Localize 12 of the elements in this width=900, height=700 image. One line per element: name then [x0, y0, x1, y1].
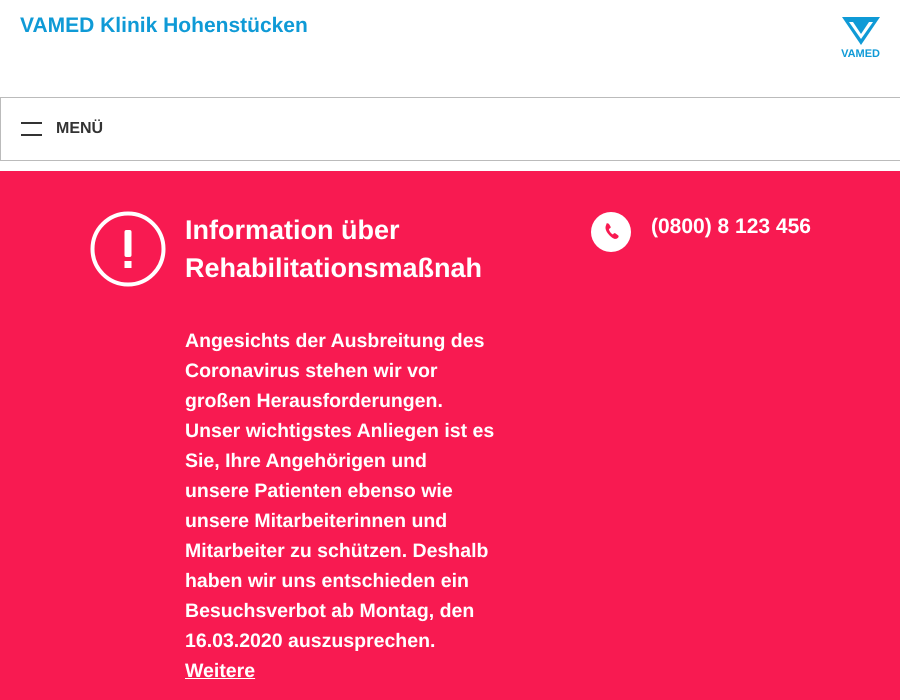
more-info-link[interactable]: Weitere [185, 660, 256, 682]
phone-icon [591, 212, 631, 252]
logo[interactable]: VAMED [841, 12, 880, 61]
site-title[interactable]: VAMED Klinik Hohenstücken [20, 12, 308, 40]
warning-icon [90, 211, 166, 287]
notice-text: Angesichts der Ausbreitung des Coronavirus stehen wir vor großen Herausforderungen. Unser wichtigstes Anliegen ist es Sie, Ihre Angehörigen und unsere Patienten ebenso wie unsere Mitarbeiterinnen und Mitarbeiter zu schützen. Deshalb haben wir uns entschieden ein Besuchsverbot ab Montag, den 16.03.2020 auszusprechen. Weitere [185, 329, 495, 684]
logo-icon [842, 17, 880, 45]
notice-title: Information über Rehabilitationsmaßnah [185, 214, 484, 285]
phone-number[interactable]: (0800) 8 123 456 [651, 212, 811, 242]
menu-button[interactable]: MENÜ [21, 117, 104, 141]
logo-text: VAMED [841, 47, 880, 61]
menu-icon [21, 122, 42, 136]
